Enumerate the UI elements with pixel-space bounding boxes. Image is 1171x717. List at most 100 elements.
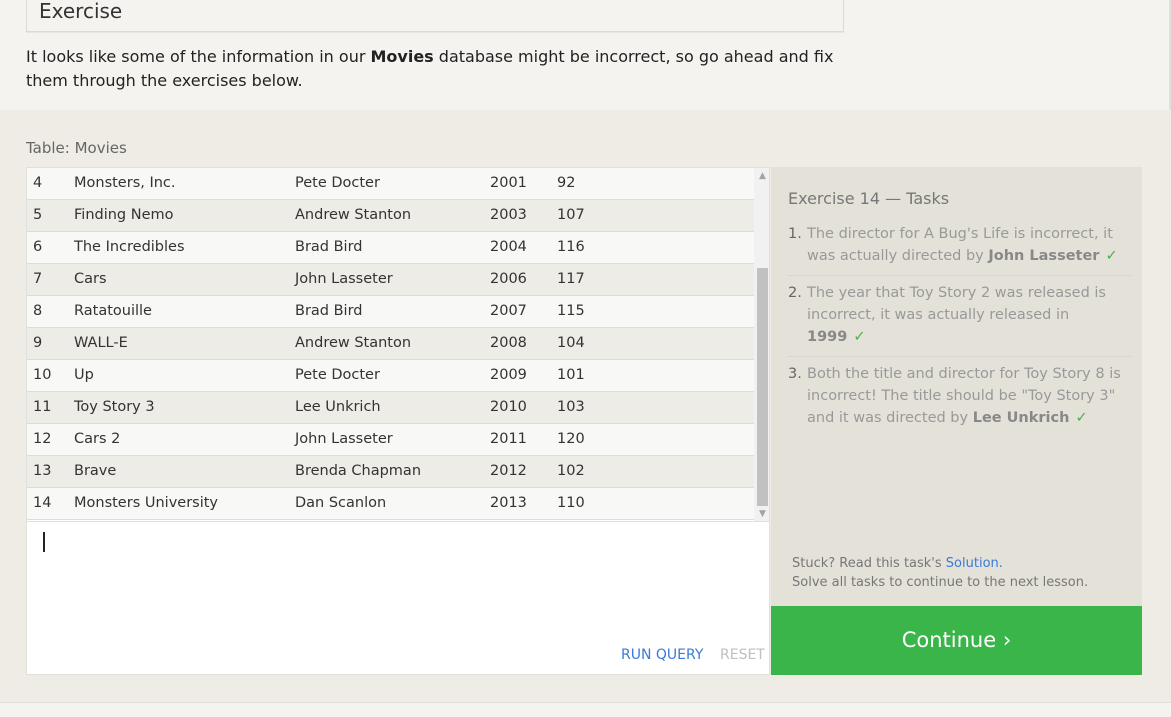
cell-title: Monsters, Inc. xyxy=(74,175,176,191)
cell-year: 2003 xyxy=(490,207,527,223)
scroll-up-arrow-icon[interactable]: ▲ xyxy=(754,168,769,185)
exercise-heading: Exercise xyxy=(26,0,844,32)
table-row: 7 Cars John Lasseter 2006 117 xyxy=(27,264,754,296)
cell-director: Lee Unkrich xyxy=(295,399,381,415)
cell-year: 2009 xyxy=(490,367,527,383)
cell-id: 7 xyxy=(33,271,43,287)
cell-director: Pete Docter xyxy=(295,175,380,191)
cell-id: 5 xyxy=(33,207,43,223)
check-icon: ✓ xyxy=(1075,410,1088,426)
cell-director: Andrew Stanton xyxy=(295,335,412,351)
cell-title: The Incredibles xyxy=(74,239,185,255)
task-number: 1. xyxy=(788,226,802,242)
cell-year: 2007 xyxy=(490,303,527,319)
cell-id: 9 xyxy=(33,335,43,351)
intro-text: It looks like some of the information in… xyxy=(26,45,856,93)
table-row: 13 Brave Brenda Chapman 2012 102 xyxy=(27,456,754,488)
cell-id: 14 xyxy=(33,495,52,511)
lesson-header: Exercise It looks like some of the infor… xyxy=(0,0,1171,110)
run-query-button[interactable]: RUN QUERY xyxy=(621,647,703,663)
cell-year: 2013 xyxy=(490,495,527,511)
task-text: Both the title and director for Toy Stor… xyxy=(807,366,1121,426)
task-text: The year that Toy Story 2 was released i… xyxy=(807,285,1106,323)
task-item: 2. The year that Toy Story 2 was released… xyxy=(788,282,1131,357)
table-row: 12 Cars 2 John Lasseter 2011 120 xyxy=(27,424,754,456)
cell-length: 117 xyxy=(557,271,585,287)
table-row: 14 Monsters University Dan Scanlon 2013 110 xyxy=(27,488,754,520)
table-row: 5 Finding Nemo Andrew Stanton 2003 107 xyxy=(27,200,754,232)
cell-year: 2001 xyxy=(490,175,527,191)
task-number: 3. xyxy=(788,366,802,382)
cell-length: 115 xyxy=(557,303,585,319)
table-row: 10 Up Pete Docter 2009 101 xyxy=(27,360,754,392)
cell-id: 10 xyxy=(33,367,52,383)
cell-director: Brad Bird xyxy=(295,303,363,319)
table-row: 6 The Incredibles Brad Bird 2004 116 xyxy=(27,232,754,264)
cell-director: John Lasseter xyxy=(295,271,393,287)
scroll-down-arrow-icon[interactable]: ▼ xyxy=(754,506,769,521)
cell-id: 8 xyxy=(33,303,43,319)
cell-length: 103 xyxy=(557,399,585,415)
table-row: 4 Monsters, Inc. Pete Docter 2001 92 xyxy=(27,168,754,200)
cell-length: 116 xyxy=(557,239,585,255)
cell-length: 101 xyxy=(557,367,585,383)
exercise-panel: Table: Movies 4 Monsters, Inc. Pete Docter… xyxy=(0,110,1171,702)
cell-title: Up xyxy=(74,367,94,383)
solution-link[interactable]: Solution. xyxy=(946,556,1003,571)
cell-id: 11 xyxy=(33,399,52,415)
cell-title: Brave xyxy=(74,463,117,479)
task-answer: 1999 xyxy=(807,329,848,345)
cell-director: Andrew Stanton xyxy=(295,207,412,223)
stuck-prefix: Stuck? Read this task's xyxy=(792,556,946,571)
cell-title: Cars xyxy=(74,271,107,287)
cell-title: WALL-E xyxy=(74,335,128,351)
intro-pre: It looks like some of the information in… xyxy=(26,47,371,66)
solve-all-text: Solve all tasks to continue to the next … xyxy=(792,575,1089,590)
table-row: 9 WALL-E Andrew Stanton 2008 104 xyxy=(27,328,754,360)
stuck-help: Stuck? Read this task's Solution. Solve … xyxy=(792,554,1088,592)
cell-length: 102 xyxy=(557,463,585,479)
cell-length: 120 xyxy=(557,431,585,447)
check-icon: ✓ xyxy=(853,329,866,345)
table-scrollbar[interactable]: ▲ ▼ xyxy=(754,168,769,521)
cell-title: Ratatouille xyxy=(74,303,152,319)
cell-id: 6 xyxy=(33,239,43,255)
task-answer: Lee Unkrich xyxy=(972,410,1070,426)
cell-director: Dan Scanlon xyxy=(295,495,387,511)
continue-button[interactable]: Continue › xyxy=(771,606,1142,675)
task-number: 2. xyxy=(788,285,802,301)
tasks-title: Exercise 14 — Tasks xyxy=(788,189,950,208)
movies-table[interactable]: 4 Monsters, Inc. Pete Docter 2001 92 5 Finding… xyxy=(26,167,770,522)
cell-title: Monsters University xyxy=(74,495,219,511)
cell-id: 12 xyxy=(33,431,52,447)
table-row: 8 Ratatouille Brad Bird 2007 115 xyxy=(27,296,754,328)
cell-title: Cars 2 xyxy=(74,431,121,447)
cell-id: 13 xyxy=(33,463,52,479)
task-item: 3. Both the title and director for Toy St… xyxy=(788,363,1131,437)
cell-director: Brenda Chapman xyxy=(295,463,422,479)
cell-year: 2010 xyxy=(490,399,527,415)
bottom-strip xyxy=(0,702,1171,717)
cell-year: 2006 xyxy=(490,271,527,287)
task-item: 1. The director for A Bug's Life is incor… xyxy=(788,223,1131,276)
cell-length: 107 xyxy=(557,207,585,223)
cell-year: 2004 xyxy=(490,239,527,255)
cell-year: 2011 xyxy=(490,431,527,447)
task-answer: John Lasseter xyxy=(988,248,1100,264)
intro-bold: Movies xyxy=(370,47,434,66)
cell-year: 2008 xyxy=(490,335,527,351)
query-editor[interactable]: RUN QUERY RESET xyxy=(26,522,770,675)
cell-year: 2012 xyxy=(490,463,527,479)
cell-length: 104 xyxy=(557,335,585,351)
reset-button[interactable]: RESET xyxy=(720,647,765,663)
cell-director: Pete Docter xyxy=(295,367,380,383)
text-caret xyxy=(43,532,45,552)
cell-director: Brad Bird xyxy=(295,239,363,255)
table-caption: Table: Movies xyxy=(26,139,127,157)
scrollbar-thumb[interactable] xyxy=(757,268,768,506)
cell-length: 92 xyxy=(557,175,576,191)
task-list: 1. The director for A Bug's Life is incor… xyxy=(788,223,1131,443)
table-row: 11 Toy Story 3 Lee Unkrich 2010 103 xyxy=(27,392,754,424)
cell-director: John Lasseter xyxy=(295,431,393,447)
check-icon: ✓ xyxy=(1105,248,1118,264)
